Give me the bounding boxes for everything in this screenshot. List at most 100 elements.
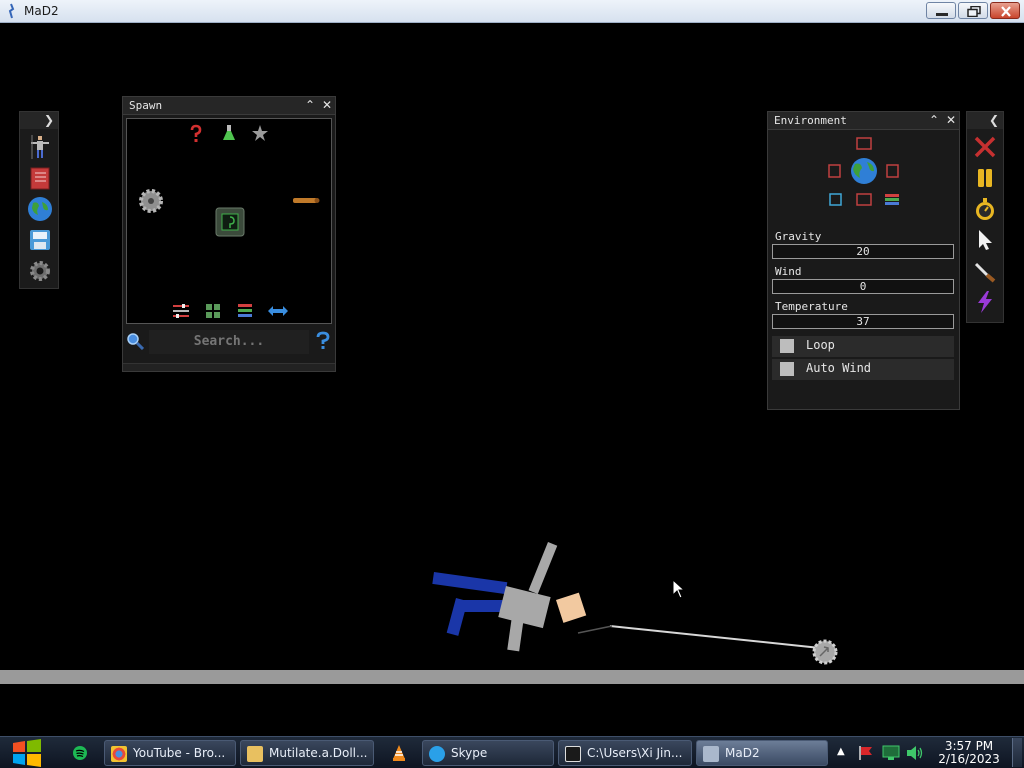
- lightning-icon[interactable]: [972, 289, 998, 315]
- volume-icon[interactable]: [906, 745, 924, 761]
- star-icon[interactable]: [251, 124, 269, 142]
- crate-item-icon[interactable]: [215, 207, 245, 237]
- ragdoll-head: [556, 592, 587, 623]
- collapse-toolbar-icon[interactable]: ❮: [989, 113, 999, 127]
- close-icon: [1001, 6, 1011, 17]
- auto-wind-checkbox[interactable]: [780, 362, 794, 376]
- ground-floor: [0, 670, 1024, 684]
- restore-button[interactable]: [958, 2, 988, 19]
- taskbar-item-label: MaD2: [725, 746, 760, 760]
- spawn-panel-title: Spawn: [129, 99, 163, 112]
- grid-view-icon[interactable]: [205, 303, 221, 319]
- spawn-item-grid: [126, 118, 332, 324]
- wind-field[interactable]: 0: [772, 279, 954, 294]
- left-toolbar-header: ❯: [20, 112, 58, 129]
- swap-arrows-icon[interactable]: [267, 305, 289, 317]
- search-icon: [127, 333, 144, 350]
- auto-wind-label: Auto Wind: [806, 361, 872, 375]
- ragdoll-leg-upper: [432, 572, 508, 595]
- spawn-search-row: [123, 326, 335, 354]
- app-icon: [8, 3, 15, 19]
- preset-left: [828, 164, 841, 178]
- 7zip-icon: [565, 746, 581, 762]
- taskbar-item-label: YouTube - Bro...: [133, 746, 226, 760]
- spawn-panel-footer: [123, 363, 335, 371]
- loop-checkbox[interactable]: [780, 339, 794, 353]
- ragdoll-arm-down: [507, 616, 524, 652]
- list-view-icon[interactable]: [237, 303, 253, 319]
- close-window-button[interactable]: [990, 2, 1020, 19]
- taskbar-clock[interactable]: 3:57 PM 2/16/2023: [930, 740, 1008, 766]
- right-toolbar: ❮: [966, 111, 1004, 323]
- preset-bottom: [856, 193, 872, 206]
- book-icon[interactable]: [27, 165, 53, 191]
- environment-presets: [828, 137, 899, 206]
- windows-start-icon[interactable]: [10, 738, 44, 768]
- help-question-icon[interactable]: [315, 331, 331, 351]
- loop-label: Loop: [806, 338, 835, 352]
- vlc-icon[interactable]: [390, 744, 408, 762]
- close-spawn-button[interactable]: ✕: [320, 98, 334, 113]
- windows-taskbar: YouTube - Bro... Mutilate.a.Doll... Skyp…: [0, 736, 1024, 768]
- log-item-icon[interactable]: [292, 195, 320, 205]
- sawblade-object: [812, 639, 838, 665]
- environment-panel-title: Environment: [774, 114, 847, 127]
- ragdoll-icon[interactable]: [27, 134, 53, 160]
- preset-bottom-right: [885, 194, 899, 197]
- taskbar-item-7zip[interactable]: C:\Users\Xi Jin...: [558, 740, 692, 766]
- globe-icon[interactable]: [27, 196, 53, 222]
- taskbar-item-youtube[interactable]: YouTube - Bro...: [104, 740, 236, 766]
- window-title: MaD2: [24, 4, 59, 18]
- gravity-label: Gravity: [775, 230, 822, 243]
- window-titlebar: MaD2: [0, 0, 1024, 23]
- chrome-icon: [111, 746, 127, 762]
- taskbar-item-label: Mutilate.a.Doll...: [269, 746, 368, 760]
- pause-icon[interactable]: [972, 165, 998, 191]
- environment-panel-header[interactable]: Environment ⌃ ✕: [768, 112, 959, 130]
- spawn-panel: Spawn ⌃ ✕: [122, 96, 336, 372]
- network-icon[interactable]: [882, 745, 900, 761]
- cursor-icon[interactable]: [972, 227, 998, 253]
- collapse-spawn-button[interactable]: ⌃: [303, 98, 317, 113]
- ragdoll-arm-up: [528, 542, 558, 594]
- spawn-search-input[interactable]: [149, 330, 309, 354]
- spotify-icon[interactable]: [72, 745, 88, 761]
- settings-sliders-icon[interactable]: [172, 303, 190, 319]
- taskbar-item-mutilate[interactable]: Mutilate.a.Doll...: [240, 740, 374, 766]
- ragdoll-torso: [498, 586, 551, 629]
- rope: [609, 625, 821, 649]
- close-x-icon[interactable]: [972, 134, 998, 160]
- left-toolbar: ❯: [19, 111, 59, 289]
- ragdoll-object: [432, 542, 587, 652]
- tray-expand-icon[interactable]: ▲: [837, 746, 845, 757]
- close-environment-button[interactable]: ✕: [944, 113, 958, 128]
- minimize-button[interactable]: [926, 2, 956, 19]
- restore-icon: [967, 6, 981, 17]
- expand-toolbar-icon[interactable]: ❯: [44, 113, 54, 127]
- gear-icon[interactable]: [27, 258, 53, 284]
- minimize-icon: [936, 13, 948, 16]
- action-center-flag-icon[interactable]: [858, 745, 874, 761]
- sawblade-icon[interactable]: [137, 187, 165, 215]
- game-canvas[interactable]: ❯ Spawn ⌃ ✕ Search... Environment ⌃ ✕ Gr…: [0, 23, 1024, 736]
- show-desktop-button[interactable]: [1012, 738, 1022, 767]
- temperature-field[interactable]: 37: [772, 314, 954, 329]
- spawn-panel-header[interactable]: Spawn ⌃ ✕: [123, 97, 335, 115]
- temperature-label: Temperature: [775, 300, 848, 313]
- preset-right: [886, 164, 899, 178]
- stopwatch-icon[interactable]: [972, 196, 998, 222]
- auto-wind-checkbox-row[interactable]: Auto Wind: [772, 359, 954, 380]
- taskbar-item-label: Skype: [451, 746, 488, 760]
- gravity-field[interactable]: 20: [772, 244, 954, 259]
- save-icon[interactable]: [27, 227, 53, 253]
- taskbar-item-skype[interactable]: Skype: [422, 740, 554, 766]
- flask-icon[interactable]: [220, 124, 238, 142]
- loop-checkbox-row[interactable]: Loop: [772, 336, 954, 357]
- random-question-icon[interactable]: [188, 124, 204, 144]
- taskbar-item-label: C:\Users\Xi Jin...: [587, 746, 683, 760]
- mad2-icon: [703, 746, 719, 762]
- collapse-environment-button[interactable]: ⌃: [927, 113, 941, 128]
- environment-panel: Environment ⌃ ✕ Gravity 20 Wind 0 Temper…: [767, 111, 960, 410]
- taskbar-item-mad2[interactable]: MaD2: [696, 740, 828, 766]
- knife-icon[interactable]: [972, 258, 998, 284]
